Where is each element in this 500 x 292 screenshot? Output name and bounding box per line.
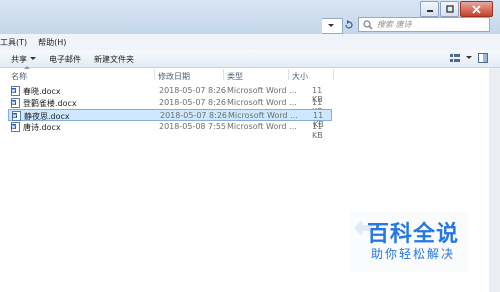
column-header: 名称 修改日期 类型 大小 [0, 66, 334, 82]
file-type: Microsoft Word ... [227, 98, 297, 107]
file-row[interactable]: 登鹳雀楼.docx 2018-05-07 8:26 Microsoft Word… [8, 97, 332, 116]
file-row[interactable]: 唐诗.docx 2018-05-08 7:55 Microsoft Word .… [8, 121, 332, 140]
share-button[interactable]: 共享 [11, 54, 27, 65]
file-type: Microsoft Word ... [227, 86, 297, 95]
close-button[interactable] [460, 1, 493, 17]
refresh-button[interactable] [342, 18, 356, 32]
file-name: 登鹳雀楼.docx [23, 99, 77, 108]
view-dropdown-icon[interactable] [466, 56, 472, 60]
word-document-icon [12, 111, 21, 121]
file-modified: 2018-05-08 7:55 [159, 122, 226, 131]
view-options-icon[interactable] [450, 53, 460, 63]
column-divider[interactable] [333, 69, 334, 80]
watermark-subtitle: 助你轻松解决 [371, 247, 456, 261]
file-row[interactable]: 春晓.docx 2018-05-07 8:26 Microsoft Word .… [8, 85, 332, 104]
search-icon [363, 19, 373, 30]
preview-pane-icon[interactable] [478, 53, 488, 63]
address-dropdown-button[interactable] [322, 18, 343, 34]
vertical-scrollbar[interactable] [489, 68, 500, 292]
file-row-selected[interactable]: 静夜思.docx 2018-05-07 8:26 Microsoft Word … [8, 109, 332, 129]
word-document-icon [11, 98, 20, 108]
column-divider[interactable] [288, 69, 289, 80]
column-divider[interactable] [154, 69, 155, 80]
menu-tools[interactable]: 工具(T) [0, 37, 27, 48]
share-dropdown-icon [30, 57, 36, 60]
file-type: Microsoft Word ... [228, 111, 298, 120]
maximize-button[interactable] [440, 1, 459, 17]
email-button[interactable]: 电子邮件 [49, 54, 81, 65]
word-document-icon [11, 122, 20, 132]
file-modified: 2018-05-07 8:26 [159, 98, 226, 107]
file-size: 11 KB [312, 122, 323, 140]
view-controls [450, 53, 488, 63]
file-name: 唐诗.docx [23, 123, 61, 132]
command-bar: 共享 电子邮件 新建文件夹 [0, 50, 500, 68]
column-name[interactable]: 名称 [11, 71, 27, 82]
menu-bar: 工具(T) 帮助(H) [0, 34, 500, 50]
minimize-button[interactable] [420, 1, 439, 17]
watermark-title: 百科全说 [367, 222, 460, 247]
column-size[interactable]: 大小 [292, 71, 308, 82]
search-input[interactable]: 搜索 唐诗 [358, 17, 490, 32]
refresh-icon [345, 20, 353, 29]
new-folder-button[interactable]: 新建文件夹 [94, 54, 134, 65]
window-controls [420, 1, 493, 17]
menu-help[interactable]: 帮助(H) [38, 37, 66, 48]
search-placeholder: 搜索 唐诗 [377, 20, 412, 29]
file-type: Microsoft Word ... [227, 122, 297, 131]
title-bar: 搜索 唐诗 [0, 0, 500, 34]
word-document-icon [11, 86, 20, 96]
sort-arrow-icon [24, 66, 30, 69]
column-type[interactable]: 类型 [227, 71, 243, 82]
close-icon [472, 4, 481, 14]
minimize-icon [426, 10, 433, 12]
column-divider[interactable] [223, 69, 224, 80]
maximize-icon [445, 5, 454, 13]
chevron-down-icon [328, 24, 334, 27]
file-name: 春晓.docx [23, 87, 61, 96]
file-modified: 2018-05-07 8:26 [159, 86, 226, 95]
column-modified[interactable]: 修改日期 [158, 71, 190, 82]
file-modified: 2018-05-07 8:26 [160, 111, 227, 120]
